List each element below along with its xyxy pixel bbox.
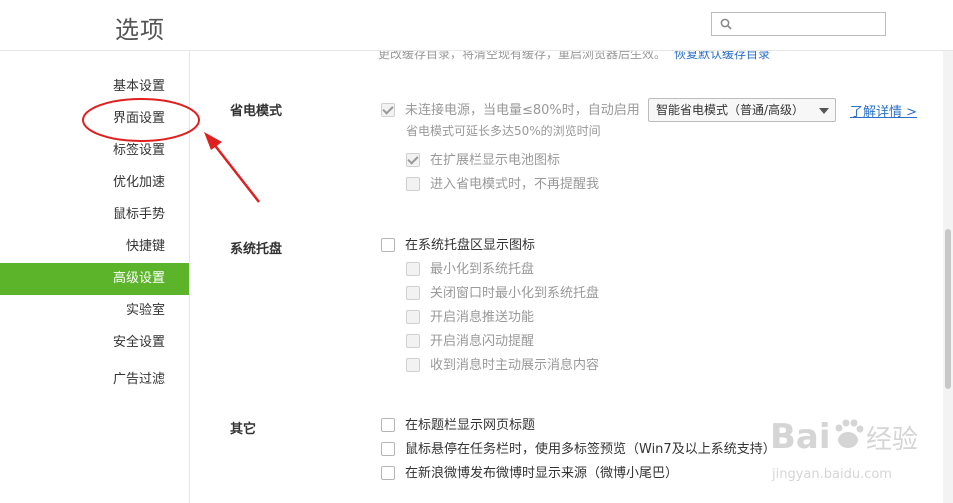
no-remind-row[interactable]: 进入省电模式时，不再提醒我 [406, 175, 599, 195]
message-auto-show-row[interactable]: 收到消息时主动展示消息内容 [406, 356, 599, 376]
minimize-to-tray-row[interactable]: 最小化到系统托盘 [406, 260, 534, 280]
chevron-down-icon [819, 108, 829, 114]
taskbar-preview-checkbox[interactable] [381, 442, 395, 456]
power-mode-select[interactable]: 智能省电模式（普通/高级） [648, 98, 836, 122]
search-box[interactable] [711, 12, 886, 36]
sidebar-item-advanced[interactable]: 高级设置 [0, 263, 189, 295]
battery-icon-checkbox[interactable] [406, 153, 420, 167]
no-remind-checkbox[interactable] [406, 177, 420, 191]
message-auto-show-checkbox[interactable] [406, 358, 420, 372]
weibo-source-checkbox[interactable] [381, 466, 395, 480]
close-to-tray-row[interactable]: 关闭窗口时最小化到系统托盘 [406, 284, 599, 304]
message-push-label: 开启消息推送功能 [430, 310, 535, 325]
cache-note-text: 更改缓存目录，将清空现有缓存，重启浏览器后生效。 [378, 51, 667, 61]
sidebar-item-basic[interactable]: 基本设置 [0, 71, 189, 103]
scrollbar[interactable] [943, 51, 953, 503]
power-mode-value: 智能省电模式（普通/高级） [656, 103, 805, 117]
other-label: 其它 [230, 422, 257, 437]
page-title: 选项 [115, 16, 165, 44]
settings-content: 更改缓存目录，将清空现有缓存，重启浏览器后生效。 恢复默认缓存目录 省电模式 未连… [190, 51, 943, 503]
show-page-title-row[interactable]: 在标题栏显示网页标题 [381, 416, 535, 436]
header: 选项 [0, 0, 953, 51]
sidebar-item-security[interactable]: 安全设置 [0, 327, 189, 359]
close-to-tray-checkbox[interactable] [406, 286, 420, 300]
sidebar-item-shortcuts[interactable]: 快捷键 [0, 231, 189, 263]
close-to-tray-label: 关闭窗口时最小化到系统托盘 [430, 286, 600, 301]
power-saving-note: 省电模式可延长多达50%的浏览时间 [406, 124, 601, 138]
system-tray-label: 系统托盘 [230, 242, 283, 257]
scrollbar-thumb[interactable] [945, 229, 951, 389]
search-input[interactable] [738, 15, 882, 35]
show-page-title-label: 在标题栏显示网页标题 [405, 418, 536, 433]
power-saving-label: 省电模式 [230, 104, 283, 119]
sidebar-item-lab[interactable]: 实验室 [0, 295, 189, 327]
learn-more-link[interactable]: 了解详情 > [850, 101, 917, 120]
message-push-checkbox[interactable] [406, 310, 420, 324]
sidebar-item-mouse-gestures[interactable]: 鼠标手势 [0, 199, 189, 231]
sidebar-item-adblock[interactable]: 广告过滤 [0, 364, 189, 396]
message-auto-show-label: 收到消息时主动展示消息内容 [430, 358, 600, 373]
battery-icon-label: 在扩展栏显示电池图标 [430, 153, 561, 168]
auto-enable-row[interactable]: 未连接电源，当电量≤80%时，自动启用 [381, 101, 640, 121]
sidebar-item-interface[interactable]: 界面设置 [0, 103, 189, 135]
no-remind-label: 进入省电模式时，不再提醒我 [430, 177, 600, 192]
auto-enable-label: 未连接电源，当电量≤80%时，自动启用 [405, 103, 640, 118]
weibo-source-row[interactable]: 在新浪微博发布微博时显示来源（微博小尾巴） [381, 464, 678, 484]
taskbar-preview-row[interactable]: 鼠标悬停在任务栏时，使用多标签预览（Win7及以上系统支持） [381, 440, 776, 460]
minimize-to-tray-label: 最小化到系统托盘 [430, 262, 535, 277]
sidebar-item-tabs[interactable]: 标签设置 [0, 135, 189, 167]
tray-show-icon-checkbox[interactable] [381, 238, 395, 252]
message-flash-row[interactable]: 开启消息闪动提醒 [406, 332, 534, 352]
taskbar-preview-label: 鼠标悬停在任务栏时，使用多标签预览（Win7及以上系统支持） [405, 442, 776, 457]
restore-cache-link[interactable]: 恢复默认缓存目录 [674, 51, 770, 61]
tray-show-icon-label: 在系统托盘区显示图标 [405, 238, 536, 253]
search-icon [720, 18, 732, 30]
sidebar-item-optimize[interactable]: 优化加速 [0, 167, 189, 199]
message-flash-checkbox[interactable] [406, 334, 420, 348]
message-push-row[interactable]: 开启消息推送功能 [406, 308, 534, 328]
cache-note: 更改缓存目录，将清空现有缓存，重启浏览器后生效。 恢复默认缓存目录 [378, 51, 770, 62]
auto-enable-checkbox[interactable] [381, 103, 395, 117]
sidebar: 基本设置 界面设置 标签设置 优化加速 鼠标手势 快捷键 高级设置 实验室 安全… [0, 51, 190, 503]
show-page-title-checkbox[interactable] [381, 418, 395, 432]
message-flash-label: 开启消息闪动提醒 [430, 334, 535, 349]
weibo-source-label: 在新浪微博发布微博时显示来源（微博小尾巴） [405, 466, 679, 481]
battery-icon-row[interactable]: 在扩展栏显示电池图标 [406, 151, 560, 171]
minimize-to-tray-checkbox[interactable] [406, 262, 420, 276]
tray-show-icon-row[interactable]: 在系统托盘区显示图标 [381, 236, 535, 256]
